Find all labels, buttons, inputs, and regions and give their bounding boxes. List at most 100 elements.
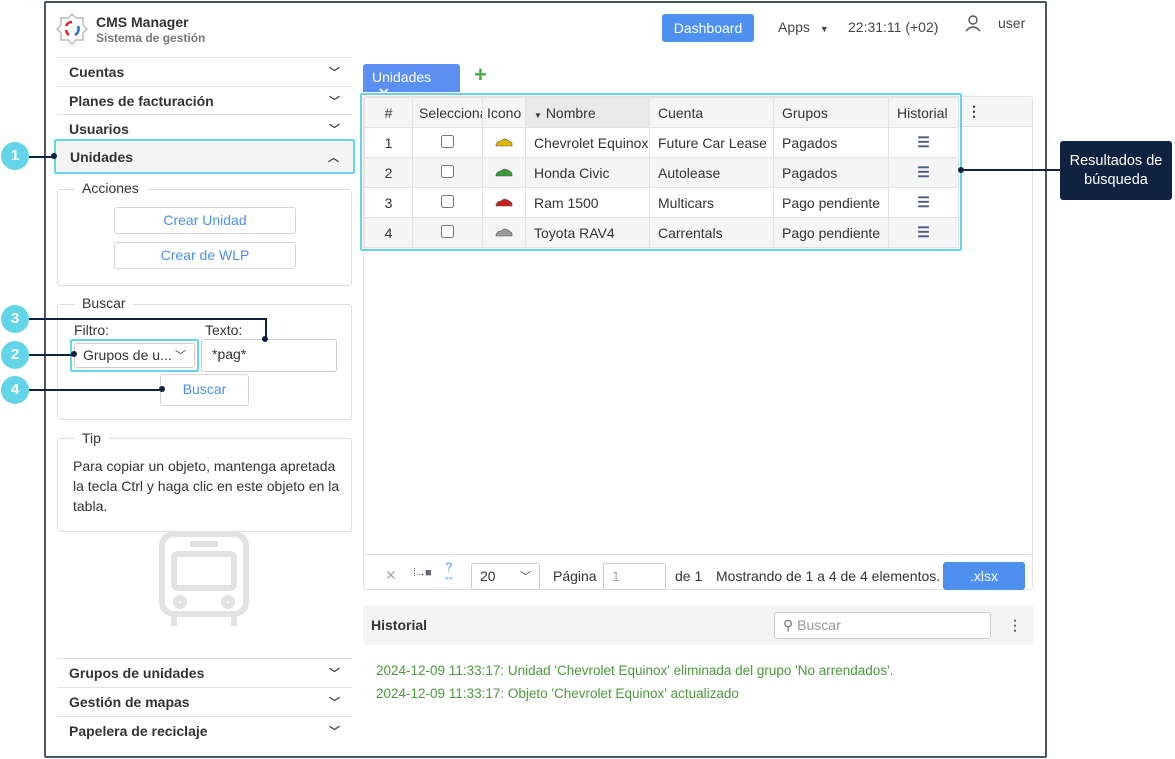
col-header-icon[interactable]: Icono xyxy=(482,97,526,128)
column-menu-icon[interactable]: ⋮ xyxy=(967,103,981,120)
history-list-icon[interactable]: ☰ xyxy=(888,217,959,248)
filter-label: Filtro: xyxy=(74,322,109,338)
chevron-down-icon: ﹀ xyxy=(329,124,340,136)
unit-name: Toyota RAV4 xyxy=(525,217,650,248)
row-checkbox-cell xyxy=(412,127,483,158)
col-header-number[interactable]: # xyxy=(364,97,413,128)
row-checkbox[interactable] xyxy=(441,194,454,208)
history-menu-icon[interactable]: ⋮ xyxy=(1008,617,1022,634)
dashboard-button[interactable]: Dashboard xyxy=(662,14,754,42)
row-number: 3 xyxy=(364,187,413,218)
sidebar-item-label: Usuarios xyxy=(69,121,129,137)
row-number: 4 xyxy=(364,217,413,248)
unit-group: Pagados xyxy=(773,127,889,158)
sidebar-item-papelera[interactable]: Papelera de reciclaje ﹀ xyxy=(57,716,352,745)
page-size-select[interactable]: 20 ﹀ xyxy=(471,563,540,590)
sidebar-item-cuentas[interactable]: Cuentas ﹀ xyxy=(57,57,352,86)
col-header-groups[interactable]: Grupos xyxy=(773,97,889,128)
unit-group: Pagados xyxy=(773,157,889,188)
chevron-down-icon: ﹀ xyxy=(329,668,340,680)
callout-1: 1 xyxy=(1,142,29,170)
col-header-name[interactable]: ▼ Nombre xyxy=(525,97,650,128)
unit-account: Autolease xyxy=(649,157,774,188)
callout-dot xyxy=(51,153,57,159)
page-size-value: 20 xyxy=(480,568,496,584)
sidebar-item-label: Planes de facturación xyxy=(69,93,214,109)
search-button[interactable]: Buscar xyxy=(160,374,249,406)
table-row[interactable]: 2 Honda Civic Autolease Pagados ☰ xyxy=(364,157,959,188)
sort-desc-icon: ▼ xyxy=(534,110,542,120)
filter-select[interactable]: Grupos de u... ﹀ xyxy=(74,343,195,368)
unit-group: Pago pendiente xyxy=(773,187,889,218)
history-list-icon[interactable]: ☰ xyxy=(888,187,959,218)
callout-dot xyxy=(71,351,77,357)
table-header-filler: ⋮ xyxy=(957,97,1032,127)
col-header-account[interactable]: Cuenta xyxy=(649,97,774,128)
table-row[interactable]: 3 Ram 1500 Multicars Pago pendiente ☰ xyxy=(364,187,959,218)
results-table-highlight: # Seleccionar Icono ▼ Nombre Cuenta Grup… xyxy=(360,93,962,251)
callout-dot xyxy=(159,386,165,392)
history-list-icon[interactable]: ☰ xyxy=(888,127,959,158)
row-checkbox[interactable] xyxy=(441,134,454,148)
chevron-down-icon: ﹀ xyxy=(329,96,340,108)
apps-menu[interactable]: Apps ▼ xyxy=(778,19,829,35)
columns-icon[interactable]: ⁞→■ xyxy=(413,567,432,579)
autosize-icon[interactable]: ? ↔ xyxy=(443,561,455,582)
sidebar-item-grupos[interactable]: Grupos de unidades ﹀ xyxy=(57,658,352,687)
history-entry: 2024-12-09 11:33:17: Objeto 'Chevrolet E… xyxy=(376,686,739,701)
row-checkbox-cell xyxy=(412,157,483,188)
callout-2: 2 xyxy=(1,341,29,369)
callout-line xyxy=(29,318,266,320)
row-checkbox-cell xyxy=(412,187,483,218)
unit-account: Future Car Lease xyxy=(649,127,774,158)
export-xlsx-button[interactable]: .xlsx xyxy=(943,562,1025,590)
add-tab-icon[interactable]: + xyxy=(474,62,487,88)
page-input[interactable]: 1 xyxy=(603,563,666,590)
history-search-input[interactable]: ⚲ Buscar xyxy=(774,612,991,639)
callout-dot xyxy=(262,336,268,342)
app-subtitle: Sistema de gestión xyxy=(96,31,206,45)
row-checkbox[interactable] xyxy=(441,224,454,238)
sidebar-item-planes[interactable]: Planes de facturación ﹀ xyxy=(57,86,352,115)
callout-line xyxy=(29,389,162,391)
user-name[interactable]: user xyxy=(998,15,1025,31)
sidebar-item-unidades[interactable]: Unidades ︿ xyxy=(54,139,355,174)
tab-unidades[interactable]: Unidades ✕ xyxy=(363,64,460,101)
clear-icon[interactable]: ✕ xyxy=(385,567,397,584)
chevron-down-icon: ﹀ xyxy=(175,350,186,362)
callout-line xyxy=(962,169,1060,171)
history-list-icon[interactable]: ☰ xyxy=(888,157,959,188)
chevron-down-icon: ﹀ xyxy=(520,571,531,583)
actions-group xyxy=(57,189,352,286)
sidebar-item-label: Papelera de reciclaje xyxy=(69,723,208,739)
col-header-select[interactable]: Seleccionar xyxy=(412,97,483,128)
search-placeholder: Buscar xyxy=(797,617,841,633)
page-of-label: de 1 xyxy=(675,568,703,584)
text-input[interactable]: *pag* xyxy=(201,339,337,372)
chevron-down-icon: ﹀ xyxy=(329,67,340,79)
row-checkbox[interactable] xyxy=(441,164,454,178)
search-icon: ⚲ xyxy=(783,617,794,633)
car-icon xyxy=(482,127,526,158)
car-icon xyxy=(482,187,526,218)
create-from-wlp-button[interactable]: Crear de WLP xyxy=(114,242,296,269)
table-row[interactable]: 4 Toyota RAV4 Carrentals Pago pendiente … xyxy=(364,217,959,248)
sidebar-item-label: Grupos de unidades xyxy=(69,665,205,681)
col-header-history[interactable]: Historial xyxy=(888,97,959,128)
callout-3: 3 xyxy=(1,305,29,333)
cms-logo-icon xyxy=(56,12,88,46)
table-row[interactable]: 1 Chevrolet Equinox Future Car Lease Pag… xyxy=(364,127,959,158)
text-label: Texto: xyxy=(205,322,243,338)
sidebar-item-mapas[interactable]: Gestión de mapas ﹀ xyxy=(57,687,352,716)
callout-4: 4 xyxy=(1,376,29,404)
car-icon xyxy=(482,217,526,248)
filter-select-highlight: Grupos de u... ﹀ xyxy=(70,339,199,372)
callout-search-results: Resultados de búsqueda xyxy=(1060,141,1172,200)
create-unit-button[interactable]: Crear Unidad xyxy=(114,207,296,234)
history-title: Historial xyxy=(371,617,428,633)
user-icon[interactable] xyxy=(964,14,982,32)
chevron-up-icon: ︿ xyxy=(328,152,339,164)
page-label: Página xyxy=(553,568,597,584)
row-number: 2 xyxy=(364,157,413,188)
tip-title: Tip xyxy=(74,430,109,446)
